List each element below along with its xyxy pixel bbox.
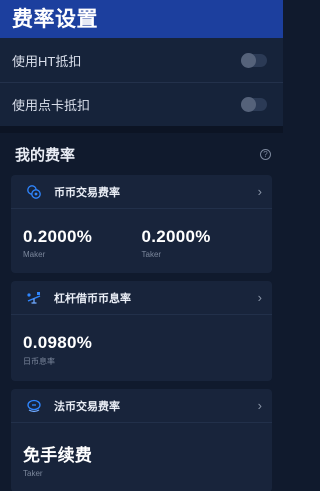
rate-card-title: 杠杆借币币息率 (54, 292, 131, 305)
fiat-fee: 免手续费 Taker (23, 441, 143, 478)
rate-card-title: 币币交易费率 (54, 186, 120, 199)
maker-rate: 0.2000% Maker (23, 227, 142, 259)
rate-card-body: 0.0980% 日币息率 (11, 315, 272, 381)
rate-card-header[interactable]: 币币交易费率 › (11, 175, 272, 209)
chevron-right-icon: › (257, 184, 262, 199)
rate-card-header[interactable]: 杠杆借币币息率 › (11, 281, 272, 315)
chevron-right-icon: › (257, 398, 262, 413)
metric-value: 免手续费 (23, 446, 93, 465)
setting-label: 使用点卡抵扣 (12, 98, 91, 113)
setting-point-card-deduction: 使用点卡抵扣 (0, 82, 283, 126)
page-title: 费率设置 (12, 8, 98, 31)
rate-card-title: 法币交易费率 (54, 400, 120, 413)
metric-label: Maker (23, 250, 46, 259)
toggle-knob (241, 97, 256, 112)
metric-label: Taker (141, 250, 162, 259)
setting-ht-deduction: 使用HT抵扣 (0, 38, 283, 82)
taker-rate: 0.2000% Taker (142, 227, 261, 259)
point-card-deduction-toggle[interactable] (241, 97, 267, 112)
rate-card-fiat: 法币交易费率 › 免手续费 Taker (11, 389, 272, 491)
chevron-right-icon: › (257, 290, 262, 305)
rate-card-body: 免手续费 Taker (11, 423, 272, 491)
page-header: 费率设置 (0, 0, 283, 38)
deduction-settings: 使用HT抵扣 使用点卡抵扣 (0, 38, 283, 126)
my-rates-title: 我的费率 (15, 146, 76, 164)
section-divider (0, 126, 283, 133)
rate-card-header[interactable]: 法币交易费率 › (11, 389, 272, 423)
rate-card-margin: 杠杆借币币息率 › 0.0980% 日币息率 (11, 281, 272, 381)
metric-label: Taker (23, 469, 43, 478)
toggle-knob (241, 52, 256, 68)
help-icon[interactable]: ? (260, 148, 271, 160)
rate-card-spot: 币币交易费率 › 0.2000% Maker 0.2000% Taker (11, 175, 272, 273)
daily-interest-rate: 0.0980% 日币息率 (23, 333, 143, 367)
fiat-icon (25, 397, 43, 415)
coins-icon (25, 183, 43, 201)
rate-card-body: 0.2000% Maker 0.2000% Taker (11, 209, 272, 273)
metric-value: 0.2000% (141, 227, 211, 246)
my-rates-header: 我的费率 ? (8, 133, 275, 175)
my-rates-section: 我的费率 ? 币币交易费率 › 0.2000% Maker 0.2000% Ta… (0, 133, 283, 491)
metric-label: 日币息率 (23, 357, 55, 366)
setting-label: 使用HT抵扣 (12, 53, 82, 69)
leverage-icon (25, 289, 43, 307)
metric-value: 0.0980% (23, 333, 93, 352)
ht-deduction-toggle[interactable] (241, 52, 267, 68)
metric-value: 0.2000% (23, 227, 93, 246)
